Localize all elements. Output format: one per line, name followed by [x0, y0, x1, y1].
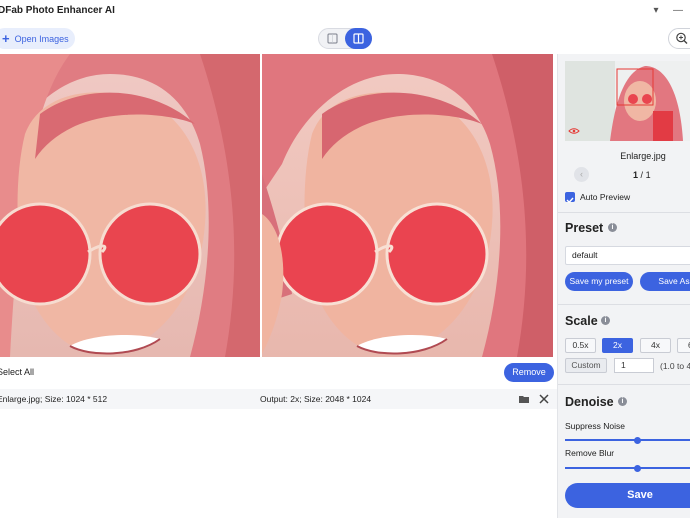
close-icon[interactable]	[537, 392, 551, 406]
file-output-info: Output: 2x; Size: 2048 * 1024	[260, 394, 372, 404]
plus-icon: +	[2, 31, 10, 46]
app-title: DFab Photo Enhancer AI	[0, 5, 115, 16]
single-view-icon	[327, 33, 338, 44]
file-name-info: Enlarge.jpg; Size: 1024 * 512	[0, 394, 108, 404]
section-divider	[558, 304, 690, 305]
preset-info-icon[interactable]: i	[608, 223, 617, 232]
scale-title: Scale	[565, 314, 598, 328]
view-mode-toggle	[318, 28, 372, 49]
original-image[interactable]	[0, 54, 260, 357]
photo-enhancer-window: DFab Photo Enhancer AI ▾ — + Open Images	[0, 0, 690, 518]
single-view-button[interactable]	[319, 28, 346, 49]
save-as-button[interactable]: Save As	[640, 272, 690, 291]
scale-option-2x[interactable]: 2x	[602, 338, 633, 353]
section-divider	[558, 212, 690, 213]
save-button[interactable]: Save	[565, 483, 690, 508]
zoom-button[interactable]	[668, 28, 690, 49]
page-indicator: 1 / 1	[633, 170, 651, 180]
scale-option-0-5x[interactable]: 0.5x	[565, 338, 596, 353]
open-images-label: Open Images	[14, 34, 69, 44]
scale-option-6x[interactable]: 6x	[677, 338, 690, 353]
split-view-button[interactable]	[345, 28, 372, 49]
suppress-noise-slider[interactable]	[565, 439, 690, 441]
auto-preview-checkbox[interactable]	[565, 192, 575, 204]
suppress-noise-label: Suppress Noise	[565, 421, 626, 431]
previous-image-button[interactable]: ‹	[574, 167, 589, 182]
thumbnail-photo	[565, 61, 690, 141]
settings-sidebar: Enlarge.jpg ‹ 1 / 1 Auto Preview Preset …	[557, 54, 690, 518]
preset-select[interactable]: default	[565, 246, 690, 265]
enhanced-photo	[262, 54, 553, 357]
remove-blur-handle[interactable]	[634, 464, 642, 472]
chevron-left-icon: ‹	[580, 169, 583, 179]
remove-button[interactable]: Remove	[504, 363, 554, 382]
scale-option-4x[interactable]: 4x	[640, 338, 671, 353]
page-separator: /	[640, 170, 644, 180]
scale-custom-button[interactable]: Custom	[565, 358, 607, 373]
file-list-row[interactable]: Enlarge.jpg; Size: 1024 * 512 Output: 2x…	[0, 389, 557, 409]
thumbnail-filename: Enlarge.jpg	[620, 151, 666, 161]
enhanced-image[interactable]	[262, 54, 553, 357]
split-view-icon	[353, 33, 364, 44]
folder-icon[interactable]	[517, 392, 531, 406]
section-divider	[558, 384, 690, 385]
denoise-info-icon[interactable]: i	[618, 397, 627, 406]
remove-blur-label: Remove Blur	[565, 448, 615, 458]
scale-custom-input[interactable]: 1	[614, 358, 654, 373]
minimize-icon[interactable]: —	[670, 3, 686, 19]
suppress-noise-handle[interactable]	[634, 436, 642, 444]
page-total: 1	[645, 170, 651, 180]
save-my-preset-button[interactable]: Save my preset	[565, 272, 633, 291]
title-bar: DFab Photo Enhancer AI ▾ —	[0, 0, 690, 22]
open-images-button[interactable]: + Open Images	[0, 28, 75, 49]
auto-preview-label: Auto Preview	[580, 192, 631, 202]
menu-dropdown-icon[interactable]: ▾	[648, 3, 664, 19]
preset-title: Preset	[565, 221, 604, 235]
denoise-title: Denoise	[565, 395, 614, 409]
zoom-icon	[676, 32, 688, 44]
original-photo	[0, 54, 260, 357]
remove-blur-slider[interactable]	[565, 467, 690, 469]
preview-thumbnail[interactable]	[565, 61, 690, 141]
toolbar: + Open Images	[0, 22, 690, 54]
scale-custom-range: (1.0 to 40)	[660, 361, 690, 371]
scale-info-icon[interactable]: i	[601, 316, 610, 325]
page-current: 1	[633, 170, 639, 180]
select-all-label[interactable]: Select All	[0, 367, 34, 377]
check-icon	[566, 197, 574, 204]
